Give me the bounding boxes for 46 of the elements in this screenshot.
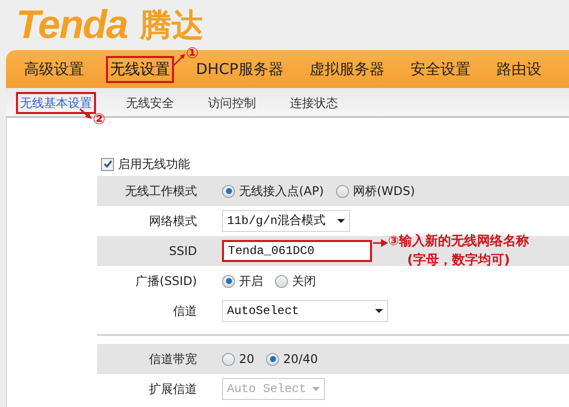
checkbox-label: 启用无线功能 <box>118 156 190 173</box>
annotation-text: (字母，数字均可) <box>407 252 510 270</box>
dropdown-select[interactable]: AutoSelect <box>222 300 388 322</box>
radio-button[interactable] <box>275 274 288 288</box>
nav-tab[interactable]: 路由设 <box>494 58 544 80</box>
callout-arrow <box>78 108 93 120</box>
radio-button[interactable] <box>266 352 280 366</box>
sub-nav-tab[interactable]: 无线基本设置 <box>18 94 94 112</box>
dropdown-select[interactable]: 11b/g/n混合模式 <box>222 210 350 232</box>
field-label: 信道 <box>172 303 197 320</box>
ssid-input[interactable]: Tenda_061DC0 <box>222 240 372 262</box>
logo-text: 腾达 <box>139 5 204 45</box>
annotation-text: ③输入新的无线网络名称 <box>388 232 530 250</box>
annotation-number: ② <box>92 112 106 127</box>
radio-button[interactable] <box>222 274 235 288</box>
radio-button[interactable] <box>336 184 349 198</box>
dropdown-arrow-icon <box>337 219 345 223</box>
nav-tab[interactable]: 高级设置 <box>22 58 86 80</box>
annotation-number: ① <box>186 46 199 61</box>
field-label: 无线工作模式 <box>124 183 197 200</box>
sub-nav-tab[interactable]: 访问控制 <box>206 94 258 112</box>
nav-tab[interactable]: 无线设置 <box>108 58 172 80</box>
logo-text: Tenda <box>16 3 128 47</box>
field-label: 信道带宽 <box>148 351 197 368</box>
nav-tab[interactable]: DHCP服务器 <box>194 58 286 80</box>
field-label: 扩展信道 <box>148 381 197 398</box>
nav-tab[interactable]: 虚拟服务器 <box>307 58 386 80</box>
radio-label: 无线接入点(AP) <box>239 183 324 200</box>
radio-label: 开启 <box>239 273 263 290</box>
callout-arrow <box>172 53 186 67</box>
field-label: 广播(SSID) <box>134 273 197 290</box>
field-label: SSID <box>168 243 197 260</box>
field-label: 网络模式 <box>148 213 197 230</box>
sub-nav-tab[interactable]: 连接状态 <box>288 94 340 112</box>
radio-label: 关闭 <box>292 273 316 290</box>
radio-label: 20 <box>239 351 254 368</box>
dropdown-arrow-icon <box>375 309 383 313</box>
radio-button[interactable] <box>222 184 235 198</box>
dropdown-arrow-icon <box>312 387 320 391</box>
nav-tab[interactable]: 安全设置 <box>408 58 472 80</box>
callout-arrow <box>373 238 388 246</box>
radio-label: 网桥(WDS) <box>352 183 415 200</box>
radio-label: 20/40 <box>283 351 318 368</box>
radio-button[interactable] <box>222 352 235 366</box>
sub-nav-tab[interactable]: 无线安全 <box>124 94 176 112</box>
checkbox[interactable] <box>101 158 114 170</box>
